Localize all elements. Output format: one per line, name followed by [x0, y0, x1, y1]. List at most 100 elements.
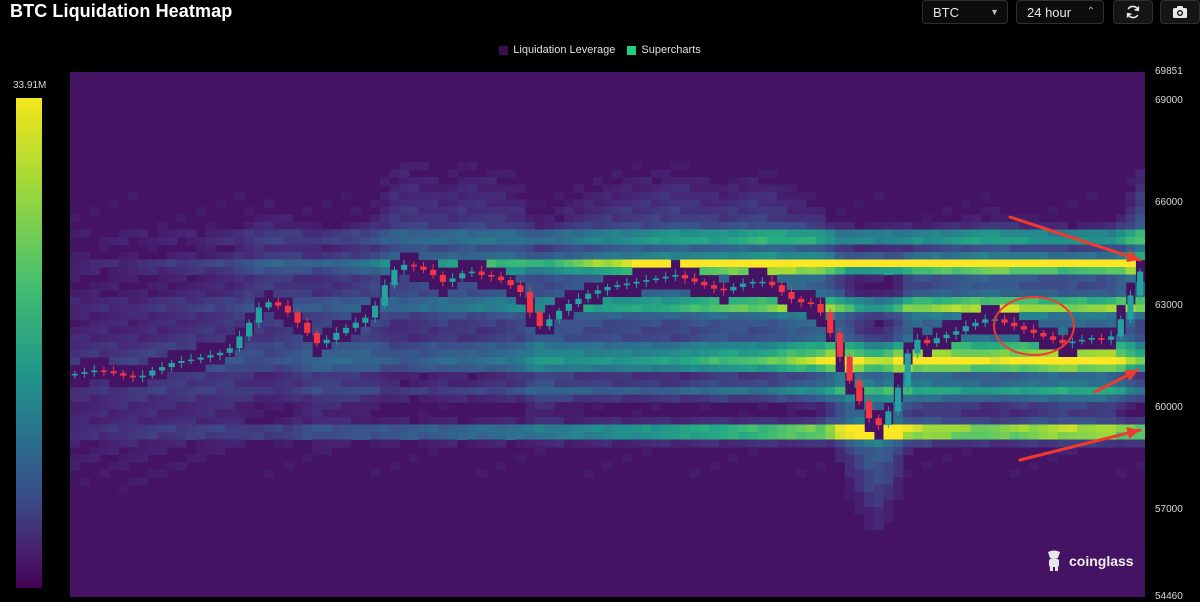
time-range-select[interactable]: 24 hour ⌃: [1016, 0, 1104, 24]
heatmap-cell: [835, 222, 846, 231]
heatmap-cell: [757, 387, 768, 396]
heatmap-cell: [1106, 237, 1117, 246]
heatmap-cell: [1009, 432, 1020, 441]
heatmap-cell: [476, 432, 488, 441]
heatmap-plot[interactable]: [70, 72, 1145, 597]
heatmap-cell: [283, 372, 294, 381]
refresh-button[interactable]: [1113, 0, 1153, 24]
heatmap-cell: [893, 237, 904, 246]
candle-body: [798, 298, 805, 303]
heatmap-cell: [980, 244, 991, 253]
heatmap-cell: [864, 372, 875, 381]
heatmap-cell: [631, 162, 642, 171]
heatmap-cell: [1057, 274, 1069, 283]
heatmap-cell: [486, 192, 497, 201]
heatmap-cell: [680, 349, 691, 358]
heatmap-cell: [999, 252, 1011, 261]
heatmap-cell: [680, 394, 691, 403]
heatmap-cell: [960, 297, 972, 306]
heatmap-cell: [215, 237, 226, 246]
heatmap-cell: [399, 289, 410, 298]
heatmap-cell: [1096, 409, 1107, 418]
heatmap-cell: [186, 304, 197, 313]
heatmap-cell: [999, 357, 1011, 366]
heatmap-cell: [534, 402, 546, 411]
heatmap-cell: [147, 312, 158, 321]
heatmap-cell: [1115, 297, 1127, 306]
heatmap-cell: [467, 387, 478, 396]
heatmap-cell: [1038, 394, 1049, 403]
heatmap-cell: [951, 402, 962, 411]
heatmap-cell: [912, 319, 923, 328]
heatmap-cell: [573, 319, 584, 328]
heatmap-cell: [883, 349, 894, 358]
heatmap-cell: [728, 342, 739, 351]
heatmap-cell: [205, 439, 216, 448]
heatmap-cell: [922, 289, 933, 298]
candle-body: [953, 331, 960, 335]
heatmap-cell: [873, 274, 885, 283]
heatmap-cell: [689, 244, 701, 253]
legend-item-supercharts[interactable]: Supercharts: [627, 42, 701, 58]
heatmap-cell: [186, 297, 197, 306]
heatmap-cell: [951, 439, 962, 448]
heatmap-cell: [205, 394, 216, 403]
heatmap-cell: [418, 177, 429, 186]
heatmap-cell: [960, 259, 972, 268]
heatmap-cell: [128, 454, 139, 463]
heatmap-cell: [806, 372, 817, 381]
heatmap-cell: [757, 402, 768, 411]
heatmap-cell: [660, 244, 672, 253]
heatmap-cell: [399, 342, 410, 351]
heatmap-cell: [341, 229, 352, 238]
heatmap-cell: [408, 237, 420, 246]
heatmap-cell: [554, 387, 565, 396]
heatmap-cell: [166, 312, 178, 321]
heatmap-cell: [534, 349, 546, 358]
candle-body: [788, 292, 795, 299]
heatmap-cell: [302, 282, 313, 291]
heatmap-cell: [360, 252, 371, 261]
heatmap-cell: [447, 237, 458, 246]
heatmap-cell: [224, 394, 236, 403]
candle-body: [759, 281, 766, 284]
heatmap-cell: [1115, 237, 1127, 246]
heatmap-cell: [534, 364, 546, 373]
heatmap-cell: [583, 334, 594, 343]
heatmap-cell: [864, 297, 875, 306]
heatmap-cell: [815, 342, 826, 351]
screenshot-button[interactable]: [1160, 0, 1200, 24]
legend-item-liquidation-leverage[interactable]: Liquidation Leverage: [499, 42, 615, 58]
heatmap-cell: [1019, 267, 1030, 276]
heatmap-cell: [476, 252, 488, 261]
heatmap-cell: [651, 334, 662, 343]
heatmap-cell: [767, 342, 778, 351]
heatmap-cell: [1135, 319, 1145, 328]
heatmap-cell: [224, 319, 236, 328]
heatmap-cell: [370, 289, 381, 298]
heatmap-cell: [438, 259, 449, 268]
heatmap-cell: [835, 387, 846, 396]
heatmap-cell: [883, 304, 894, 313]
heatmap-cell: [1067, 424, 1078, 433]
heatmap-cell: [89, 304, 100, 313]
candle-body: [1011, 322, 1018, 327]
heatmap-cell: [960, 214, 972, 223]
heatmap-cell: [1048, 372, 1059, 381]
heatmap-cell: [379, 222, 391, 231]
heatmap-cell: [1019, 312, 1030, 321]
heatmap-cell: [757, 237, 768, 246]
symbol-select[interactable]: BTC ▼: [922, 0, 1008, 24]
heatmap-cell: [379, 252, 391, 261]
heatmap-cell: [1028, 282, 1040, 291]
heatmap-cell: [960, 432, 972, 441]
heatmap-cell: [331, 394, 342, 403]
heatmap-cell: [980, 424, 991, 433]
heatmap-cell: [1009, 417, 1020, 426]
heatmap-cell: [1019, 394, 1030, 403]
heatmap-cell: [747, 237, 759, 246]
heatmap-cell: [1057, 379, 1069, 388]
heatmap-cell: [370, 394, 381, 403]
heatmap-cell: [505, 327, 517, 336]
heatmap-cell: [360, 282, 371, 291]
